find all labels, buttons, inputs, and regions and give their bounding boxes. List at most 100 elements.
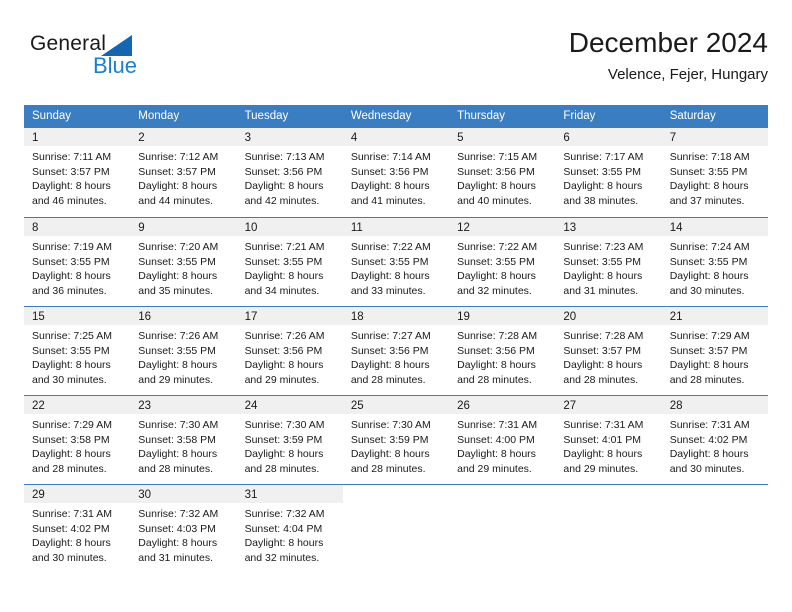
day-cell[interactable]: 29 Sunrise: 7:31 AM Sunset: 4:02 PM Dayl… (24, 485, 131, 573)
page-subtitle: Velence, Fejer, Hungary (607, 66, 768, 83)
day-number: 7 (669, 132, 677, 144)
sunrise-text: Sunrise: 7:30 AM (138, 419, 219, 431)
week-row: 8 Sunrise: 7:19 AM Sunset: 3:55 PM Dayli… (24, 217, 768, 306)
daylight-text-line1: Daylight: 8 hours (138, 270, 218, 283)
sunset-text: Sunset: 3:55 PM (350, 255, 429, 268)
day-cell[interactable]: 17 Sunrise: 7:26 AM Sunset: 3:56 PM Dayl… (236, 307, 343, 395)
day-number-band: 22 (24, 396, 131, 414)
day-number: 25 (350, 400, 364, 412)
day-cell[interactable]: 28 Sunrise: 7:31 AM Sunset: 4:02 PM Dayl… (661, 396, 768, 484)
day-cell[interactable]: 3 Sunrise: 7:13 AM Sunset: 3:56 PM Dayli… (236, 128, 343, 217)
day-cell[interactable]: 4 Sunrise: 7:14 AM Sunset: 3:56 PM Dayli… (342, 128, 450, 217)
daylight-text-line1: Daylight: 8 hours (138, 448, 218, 461)
day-details: Sunrise: 7:29 AM Sunset: 3:58 PM Dayligh… (24, 414, 130, 476)
general-blue-logo[interactable]: General Blue (30, 32, 210, 88)
daylight-text-line2: and 29 minutes. (563, 462, 639, 475)
day-cell[interactable]: 10 Sunrise: 7:21 AM Sunset: 3:55 PM Dayl… (236, 218, 343, 306)
day-details: Sunrise: 7:21 AM Sunset: 3:55 PM Dayligh… (237, 236, 343, 298)
daylight-text-line2: and 32 minutes. (457, 284, 532, 297)
day-cell[interactable]: 30 Sunrise: 7:32 AM Sunset: 4:03 PM Dayl… (130, 485, 237, 573)
day-number: 17 (244, 311, 258, 323)
day-number-band: 20 (555, 307, 662, 325)
day-cell[interactable]: 11 Sunrise: 7:22 AM Sunset: 3:55 PM Dayl… (342, 218, 450, 306)
sunrise-text: Sunrise: 7:32 AM (244, 508, 325, 520)
day-number: 20 (563, 311, 577, 323)
day-cell[interactable]: 22 Sunrise: 7:29 AM Sunset: 3:58 PM Dayl… (24, 396, 131, 484)
calendar-page: General Blue December 2024 Velence, Feje… (0, 0, 792, 612)
day-details: Sunrise: 7:14 AM Sunset: 3:56 PM Dayligh… (343, 146, 449, 208)
day-number-band: 13 (555, 218, 662, 236)
sunset-text: Sunset: 3:55 PM (563, 255, 642, 268)
sunrise-text: Sunrise: 7:30 AM (350, 419, 431, 431)
day-cell[interactable]: 19 Sunrise: 7:28 AM Sunset: 3:56 PM Dayl… (449, 307, 556, 395)
day-number-band: 21 (661, 307, 768, 325)
day-number: 8 (32, 222, 39, 234)
day-cell[interactable]: 2 Sunrise: 7:12 AM Sunset: 3:57 PM Dayli… (130, 128, 237, 217)
daylight-text-line1: Daylight: 8 hours (138, 359, 218, 372)
sunset-text: Sunset: 4:04 PM (244, 522, 323, 535)
sunset-text: Sunset: 3:55 PM (138, 344, 216, 357)
day-details: Sunrise: 7:31 AM Sunset: 4:01 PM Dayligh… (555, 414, 661, 476)
sunset-text: Sunset: 3:56 PM (244, 165, 323, 178)
day-cell[interactable]: 14 Sunrise: 7:24 AM Sunset: 3:55 PM Dayl… (661, 218, 768, 306)
daylight-text-line2: and 30 minutes. (32, 373, 107, 386)
day-cell[interactable]: 15 Sunrise: 7:25 AM Sunset: 3:55 PM Dayl… (24, 307, 131, 395)
sunset-text: Sunset: 3:57 PM (32, 165, 110, 178)
sunset-text: Sunset: 3:55 PM (669, 255, 748, 268)
daylight-text-line1: Daylight: 8 hours (350, 359, 430, 372)
sunset-text: Sunset: 3:57 PM (563, 344, 642, 357)
day-number-band: 9 (130, 218, 237, 236)
day-number-band: 6 (555, 128, 662, 146)
day-number: 3 (244, 132, 251, 144)
day-cell[interactable]: 9 Sunrise: 7:20 AM Sunset: 3:55 PM Dayli… (130, 218, 237, 306)
day-cell[interactable]: 21 Sunrise: 7:29 AM Sunset: 3:57 PM Dayl… (661, 307, 768, 395)
day-cell[interactable]: 7 Sunrise: 7:18 AM Sunset: 3:55 PM Dayli… (661, 128, 768, 217)
week-row: 15 Sunrise: 7:25 AM Sunset: 3:55 PM Dayl… (24, 306, 768, 395)
daylight-text-line2: and 30 minutes. (669, 284, 745, 297)
day-cell[interactable]: 6 Sunrise: 7:17 AM Sunset: 3:55 PM Dayli… (555, 128, 662, 217)
day-number: 9 (138, 222, 145, 234)
day-number-band: 16 (130, 307, 237, 325)
daylight-text-line1: Daylight: 8 hours (350, 270, 430, 283)
day-cell[interactable]: 25 Sunrise: 7:30 AM Sunset: 3:59 PM Dayl… (342, 396, 450, 484)
sunrise-text: Sunrise: 7:22 AM (457, 241, 538, 253)
sunrise-text: Sunrise: 7:30 AM (244, 419, 325, 431)
daylight-text-line2: and 32 minutes. (244, 551, 320, 564)
day-cell[interactable]: 16 Sunrise: 7:26 AM Sunset: 3:55 PM Dayl… (130, 307, 237, 395)
day-cell[interactable]: 20 Sunrise: 7:28 AM Sunset: 3:57 PM Dayl… (555, 307, 662, 395)
sunrise-text: Sunrise: 7:22 AM (350, 241, 431, 253)
day-cell-empty (449, 485, 556, 573)
sunrise-text: Sunrise: 7:29 AM (32, 419, 112, 431)
day-number-band: 23 (130, 396, 237, 414)
day-number: 12 (457, 222, 470, 234)
daylight-text-line1: Daylight: 8 hours (138, 537, 218, 550)
daylight-text-line2: and 29 minutes. (244, 373, 320, 386)
day-cell[interactable]: 31 Sunrise: 7:32 AM Sunset: 4:04 PM Dayl… (236, 485, 343, 573)
sunrise-text: Sunrise: 7:14 AM (350, 151, 431, 163)
day-cell[interactable]: 23 Sunrise: 7:30 AM Sunset: 3:58 PM Dayl… (130, 396, 237, 484)
day-details: Sunrise: 7:26 AM Sunset: 3:55 PM Dayligh… (130, 325, 236, 387)
day-cell[interactable]: 18 Sunrise: 7:27 AM Sunset: 3:56 PM Dayl… (342, 307, 450, 395)
daylight-text-line1: Daylight: 8 hours (244, 448, 324, 461)
day-cell[interactable]: 24 Sunrise: 7:30 AM Sunset: 3:59 PM Dayl… (236, 396, 343, 484)
sunrise-text: Sunrise: 7:18 AM (669, 151, 750, 163)
day-cell[interactable]: 12 Sunrise: 7:22 AM Sunset: 3:55 PM Dayl… (449, 218, 556, 306)
page-title: December 2024 (568, 27, 768, 58)
sunset-text: Sunset: 3:58 PM (138, 433, 216, 446)
day-cell[interactable]: 13 Sunrise: 7:23 AM Sunset: 3:55 PM Dayl… (555, 218, 662, 306)
day-cell[interactable]: 26 Sunrise: 7:31 AM Sunset: 4:00 PM Dayl… (449, 396, 556, 484)
day-number-band: 14 (661, 218, 768, 236)
day-number: 4 (350, 132, 358, 144)
day-number-band: 4 (342, 128, 450, 146)
daylight-text-line2: and 35 minutes. (138, 284, 213, 297)
day-cell[interactable]: 8 Sunrise: 7:19 AM Sunset: 3:55 PM Dayli… (24, 218, 131, 306)
daylight-text-line2: and 42 minutes. (244, 194, 320, 207)
day-cell[interactable]: 27 Sunrise: 7:31 AM Sunset: 4:01 PM Dayl… (555, 396, 662, 484)
sunset-text: Sunset: 4:01 PM (563, 433, 642, 446)
sunrise-text: Sunrise: 7:32 AM (138, 508, 219, 520)
day-cell[interactable]: 1 Sunrise: 7:11 AM Sunset: 3:57 PM Dayli… (24, 128, 131, 217)
day-cell[interactable]: 5 Sunrise: 7:15 AM Sunset: 3:56 PM Dayli… (449, 128, 556, 217)
logo-text-blue: Blue (93, 53, 138, 78)
sunrise-text: Sunrise: 7:21 AM (244, 241, 325, 253)
day-details: Sunrise: 7:11 AM Sunset: 3:57 PM Dayligh… (24, 146, 130, 208)
